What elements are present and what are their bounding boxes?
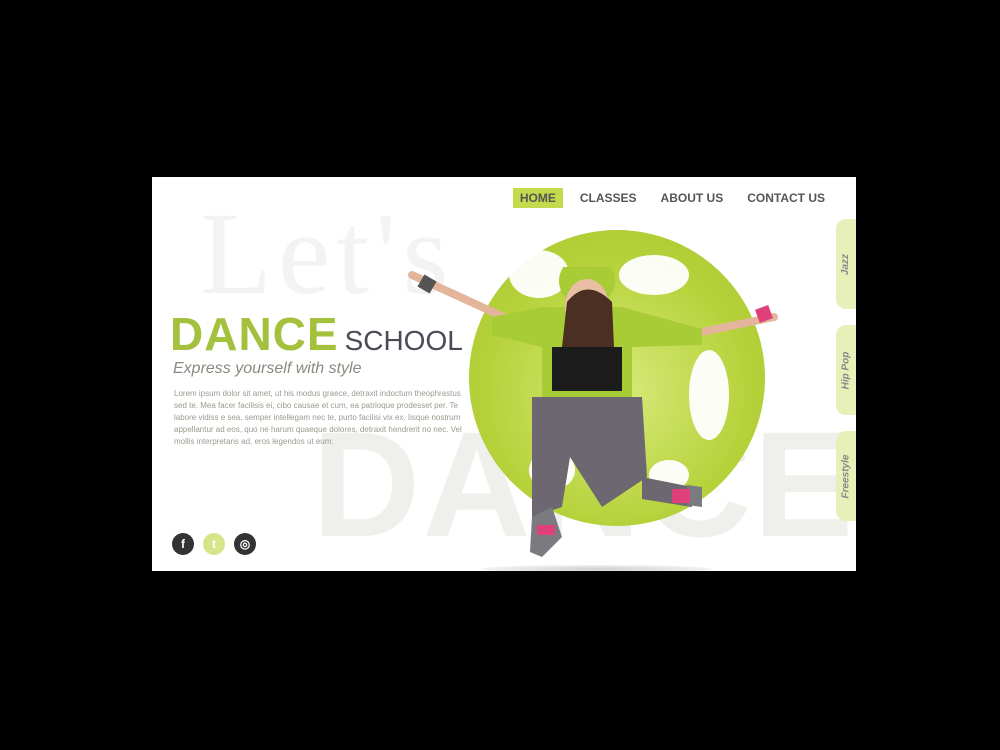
tab-hip-pop[interactable]: Hip Pop (836, 325, 856, 415)
tab-jazz[interactable]: Jazz (836, 219, 856, 309)
nav-classes[interactable]: CLASSES (573, 188, 644, 208)
tab-freestyle-label: Freestyle (840, 454, 852, 498)
landing-page: Let's DANCE HOME CLASSES ABOUT US CONTAC… (152, 177, 856, 571)
tab-freestyle[interactable]: Freestyle (836, 431, 856, 521)
tagline: Express yourself with style (173, 360, 362, 377)
twitter-icon[interactable]: t (203, 533, 225, 555)
nav-home[interactable]: HOME (512, 188, 563, 208)
tab-hip-pop-label: Hip Pop (840, 351, 852, 389)
social-links: f t ◎ (172, 533, 256, 555)
title-school: SCHOOL (344, 325, 463, 356)
instagram-icon[interactable]: ◎ (234, 533, 256, 555)
nav-about-us[interactable]: ABOUT US (654, 188, 731, 208)
description: Lorem ipsum dolor sit amet, ut his modus… (174, 389, 462, 446)
title-dance: DANCE (170, 308, 339, 360)
facebook-icon[interactable]: f (172, 533, 194, 555)
nav-contact-us[interactable]: CONTACT US (740, 188, 832, 208)
page-title: DANCE SCHOOL (170, 307, 463, 361)
tab-jazz-label: Jazz (840, 253, 852, 275)
dancer-shadow (482, 565, 712, 571)
main-nav: HOME CLASSES ABOUT US CONTACT US (512, 188, 832, 208)
